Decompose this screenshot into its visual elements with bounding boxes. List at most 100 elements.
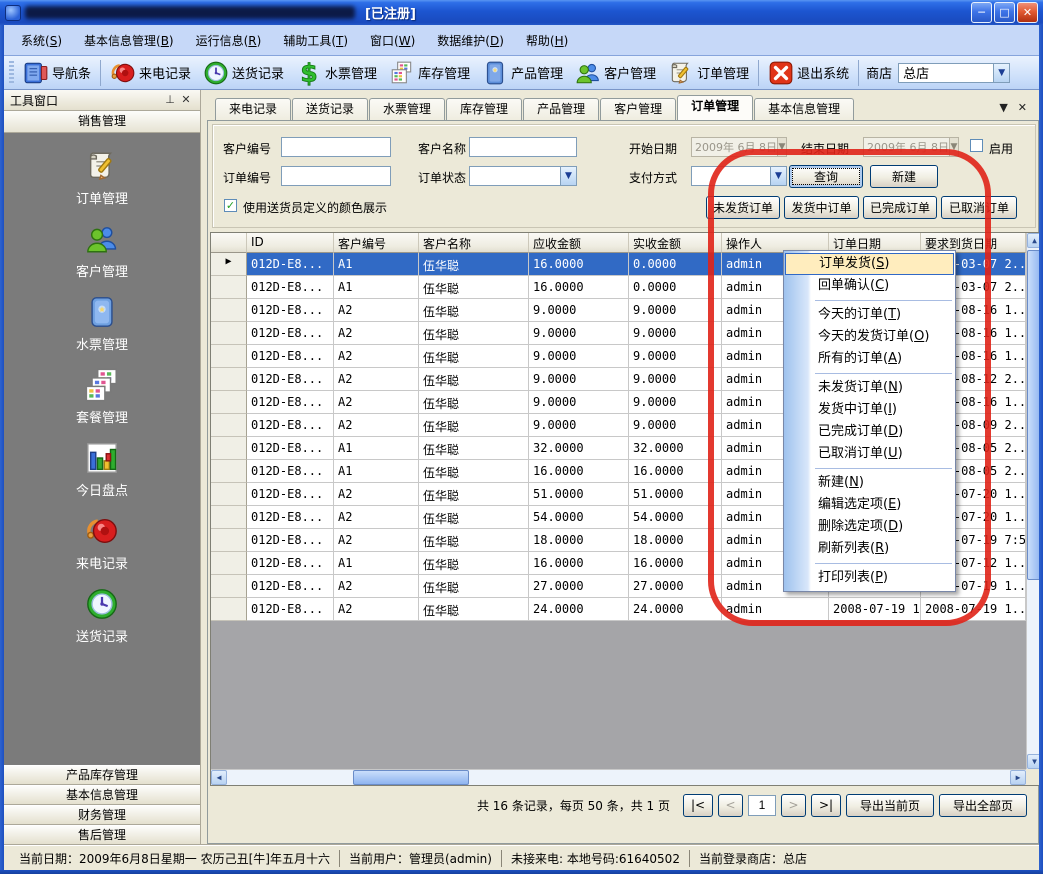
sidebar-item-order[interactable]: 订单管理	[76, 149, 128, 207]
status-filter-button-1[interactable]: 未发货订单	[706, 196, 780, 219]
sidebar-item-call-record[interactable]: 来电记录	[76, 514, 128, 572]
order-status-select[interactable]: ▼	[469, 166, 577, 186]
tab-close-icon[interactable]: ✕	[1018, 101, 1027, 114]
shop-select[interactable]: 总店▼	[898, 63, 1010, 83]
column-header-2[interactable]: 客户编号	[334, 233, 419, 253]
sidebar-item-package[interactable]: 套餐管理	[76, 368, 128, 426]
context-menu-item[interactable]: 今天的订单(T)	[785, 304, 954, 326]
column-header-3[interactable]: 客户名称	[419, 233, 529, 253]
chevron-down-icon[interactable]: ▼	[770, 167, 786, 185]
context-menu-item[interactable]: 新建(N)	[785, 472, 954, 494]
table-row[interactable]: 012D-E8...A2伍华聪24.000024.0000admin2008-0…	[211, 598, 1026, 621]
sidebar-item-delivery-record[interactable]: 送货记录	[76, 587, 128, 645]
customer-icon	[575, 60, 601, 86]
water-card-icon	[85, 295, 119, 329]
status-filter-button-4[interactable]: 已取消订单	[941, 196, 1017, 219]
sidebar-group-3[interactable]: 财务管理	[4, 805, 200, 825]
context-menu-item[interactable]: 回单确认(C)	[785, 275, 954, 297]
chevron-down-icon[interactable]: ▼	[993, 64, 1009, 82]
sidebar-group-2[interactable]: 基本信息管理	[4, 785, 200, 805]
context-menu-item[interactable]: 编辑选定项(E)	[785, 494, 954, 516]
last-page-button[interactable]: >|	[811, 794, 841, 817]
context-menu-item[interactable]: 今天的发货订单(O)	[785, 326, 954, 348]
end-date-picker[interactable]: 2009年 6月 8日 ▼	[863, 137, 959, 157]
status-filter-button-2[interactable]: 发货中订单	[784, 196, 859, 219]
customer-name-input[interactable]	[469, 137, 577, 157]
tab-来电记录[interactable]: 来电记录	[215, 98, 291, 120]
toolbar-button-customer[interactable]: 客户管理	[569, 58, 662, 88]
export-current-page-button[interactable]: 导出当前页	[846, 794, 934, 817]
close-button[interactable]: ✕	[1017, 2, 1038, 23]
tab-送货记录[interactable]: 送货记录	[292, 98, 368, 120]
payment-select[interactable]: ▼	[691, 166, 787, 186]
toolbar-grip[interactable]	[9, 61, 14, 85]
pin-icon[interactable]: ⊥	[162, 93, 178, 107]
context-menu-item[interactable]: 订单发货(S)	[785, 253, 954, 275]
menu-item-5[interactable]: 窗口(W)	[359, 28, 426, 53]
menu-item-6[interactable]: 数据维护(D)	[426, 28, 515, 53]
tool-window-close-icon[interactable]: ✕	[178, 93, 194, 107]
context-menu-item[interactable]: 未发货订单(N)	[785, 377, 954, 399]
sidebar-item-label: 水票管理	[76, 334, 128, 353]
context-menu-item[interactable]: 发货中订单(I)	[785, 399, 954, 421]
column-header-1[interactable]: ID	[247, 233, 334, 253]
query-button[interactable]: 查询	[789, 165, 863, 188]
menu-item-7[interactable]: 帮助(H)	[515, 28, 579, 53]
toolbar-button-call-record[interactable]: 来电记录	[104, 58, 197, 88]
toolbar-button-navigator[interactable]: 导航条	[17, 58, 97, 88]
context-menu-item[interactable]: 已取消订单(U)	[785, 443, 954, 465]
chevron-down-icon[interactable]: ▼	[560, 167, 576, 185]
toolbar-button-water-ticket[interactable]: $水票管理	[290, 58, 383, 88]
horizontal-scrollbar[interactable]: ◀ ▶	[211, 769, 1026, 785]
tab-库存管理[interactable]: 库存管理	[446, 98, 522, 120]
new-button[interactable]: 新建	[870, 165, 938, 188]
context-menu-item[interactable]: 打印列表(P)	[785, 567, 954, 589]
toolbar-button-product[interactable]: 产品管理	[476, 58, 569, 88]
column-header-5[interactable]: 实收金额	[629, 233, 722, 253]
context-menu-item[interactable]: 所有的订单(A)	[785, 348, 954, 370]
column-header-4[interactable]: 应收金额	[529, 233, 629, 253]
next-page-button[interactable]: >	[781, 794, 806, 817]
context-menu-item[interactable]: 刷新列表(R)	[785, 538, 954, 560]
chevron-down-icon[interactable]: ▼	[777, 138, 786, 156]
sidebar-item-water-card[interactable]: 水票管理	[76, 295, 128, 353]
maximize-button[interactable]: □	[994, 2, 1015, 23]
deliveryman-color-checkbox[interactable]: ✓	[224, 199, 237, 212]
sidebar-group-1[interactable]: 产品库存管理	[4, 765, 200, 785]
first-page-button[interactable]: |<	[683, 794, 713, 817]
toolbar-button-order[interactable]: 订单管理	[662, 58, 755, 88]
menu-item-4[interactable]: 辅助工具(T)	[272, 28, 359, 53]
menu-item-2[interactable]: 基本信息管理(B)	[73, 28, 185, 53]
horizontal-scroll-thumb[interactable]	[353, 770, 469, 785]
enable-checkbox[interactable]	[970, 139, 983, 152]
tab-list-dropdown-icon[interactable]: ▼	[999, 101, 1007, 114]
toolbar-button-inventory[interactable]: 库存管理	[383, 58, 476, 88]
sidebar-item-customer[interactable]: 客户管理	[76, 222, 128, 280]
order-no-input[interactable]	[281, 166, 391, 186]
menu-item-3[interactable]: 运行信息(R)	[185, 28, 273, 53]
start-date-picker[interactable]: 2009年 6月 8日 ▼	[691, 137, 787, 157]
menu-item-1[interactable]: 系统(S)	[10, 28, 73, 53]
tab-产品管理[interactable]: 产品管理	[523, 98, 599, 120]
menu-separator	[815, 373, 952, 374]
context-menu-item[interactable]: 已完成订单(D)	[785, 421, 954, 443]
sidebar-group-header[interactable]: 销售管理	[4, 111, 200, 133]
sidebar-item-stocktake[interactable]: 今日盘点	[76, 441, 128, 499]
toolbar-button-delivery-record[interactable]: 送货记录	[197, 58, 290, 88]
tab-客户管理[interactable]: 客户管理	[600, 98, 676, 120]
tab-水票管理[interactable]: 水票管理	[369, 98, 445, 120]
context-menu-item[interactable]: 删除选定项(D)	[785, 516, 954, 538]
toolbar-button-exit[interactable]: 退出系统	[762, 58, 855, 88]
tab-基本信息管理[interactable]: 基本信息管理	[754, 98, 854, 120]
minimize-button[interactable]: ─	[971, 2, 992, 23]
customer-no-input[interactable]	[281, 137, 391, 157]
scroll-left-icon[interactable]: ◀	[211, 770, 227, 785]
sidebar-group-4[interactable]: 售后管理	[4, 825, 200, 845]
prev-page-button[interactable]: <	[718, 794, 743, 817]
page-number-input[interactable]	[748, 795, 776, 816]
scroll-right-icon[interactable]: ▶	[1010, 770, 1026, 785]
chevron-down-icon[interactable]: ▼	[949, 138, 958, 156]
tab-订单管理[interactable]: 订单管理	[677, 95, 753, 120]
status-filter-button-3[interactable]: 已完成订单	[863, 196, 937, 219]
export-all-pages-button[interactable]: 导出全部页	[939, 794, 1027, 817]
